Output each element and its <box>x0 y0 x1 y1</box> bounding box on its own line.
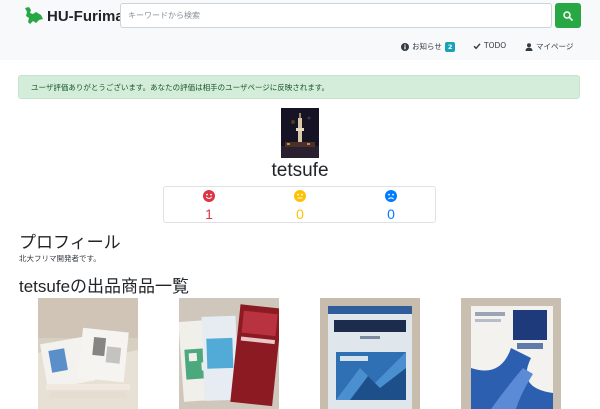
product-card[interactable] <box>179 298 279 409</box>
listings-heading: tetsufeの出品商品一覧 <box>19 277 190 296</box>
frown-icon <box>385 190 397 202</box>
search-input[interactable] <box>120 3 552 28</box>
product-image <box>320 298 420 409</box>
user-icon <box>525 42 533 51</box>
username: tetsufe <box>271 160 329 181</box>
profile-heading: プロフィール <box>19 233 121 252</box>
check-icon <box>473 42 481 49</box>
rating-normal: 0 <box>255 190 345 222</box>
product-card[interactable] <box>38 298 138 409</box>
notifications-badge: 2 <box>444 41 456 52</box>
avatar-photo <box>281 108 319 158</box>
profile-text: 北大フリマ開発者です。 <box>19 254 101 263</box>
product-card[interactable] <box>461 298 561 409</box>
rating-good: 1 <box>164 190 254 222</box>
todo-link[interactable]: TODO <box>473 41 506 50</box>
smile-icon <box>203 190 215 202</box>
rating-good-count: 1 <box>205 206 213 222</box>
product-image <box>38 298 138 409</box>
product-card[interactable] <box>320 298 420 409</box>
hokkaido-icon <box>25 7 43 24</box>
rating-normal-count: 0 <box>296 206 304 222</box>
avatar <box>281 108 319 158</box>
notifications-link[interactable]: お知らせ 2 <box>401 41 456 52</box>
navbar: HU-Furima <box>0 0 600 32</box>
user-nav: お知らせ 2 TODO マイページ <box>0 32 600 60</box>
search-icon <box>563 10 573 21</box>
success-alert: ユーザ評価ありがとうございます。あなたの評価は相手のユーザページに反映されます。 <box>18 75 580 99</box>
info-icon <box>401 42 409 51</box>
mypage-link[interactable]: マイページ <box>525 41 573 52</box>
product-image <box>461 298 561 409</box>
neutral-face-icon <box>294 190 306 202</box>
mypage-label: マイページ <box>536 42 574 51</box>
product-image <box>179 298 279 409</box>
search-button[interactable] <box>555 3 581 28</box>
rating-summary: 1 0 0 <box>163 186 436 223</box>
todo-label: TODO <box>484 41 507 50</box>
rating-bad-count: 0 <box>387 206 395 222</box>
brand-name: HU-Furima <box>47 7 124 25</box>
brand-logo[interactable]: HU-Furima <box>22 5 124 27</box>
notifications-label: お知らせ <box>412 42 442 51</box>
rating-bad: 0 <box>346 190 436 222</box>
